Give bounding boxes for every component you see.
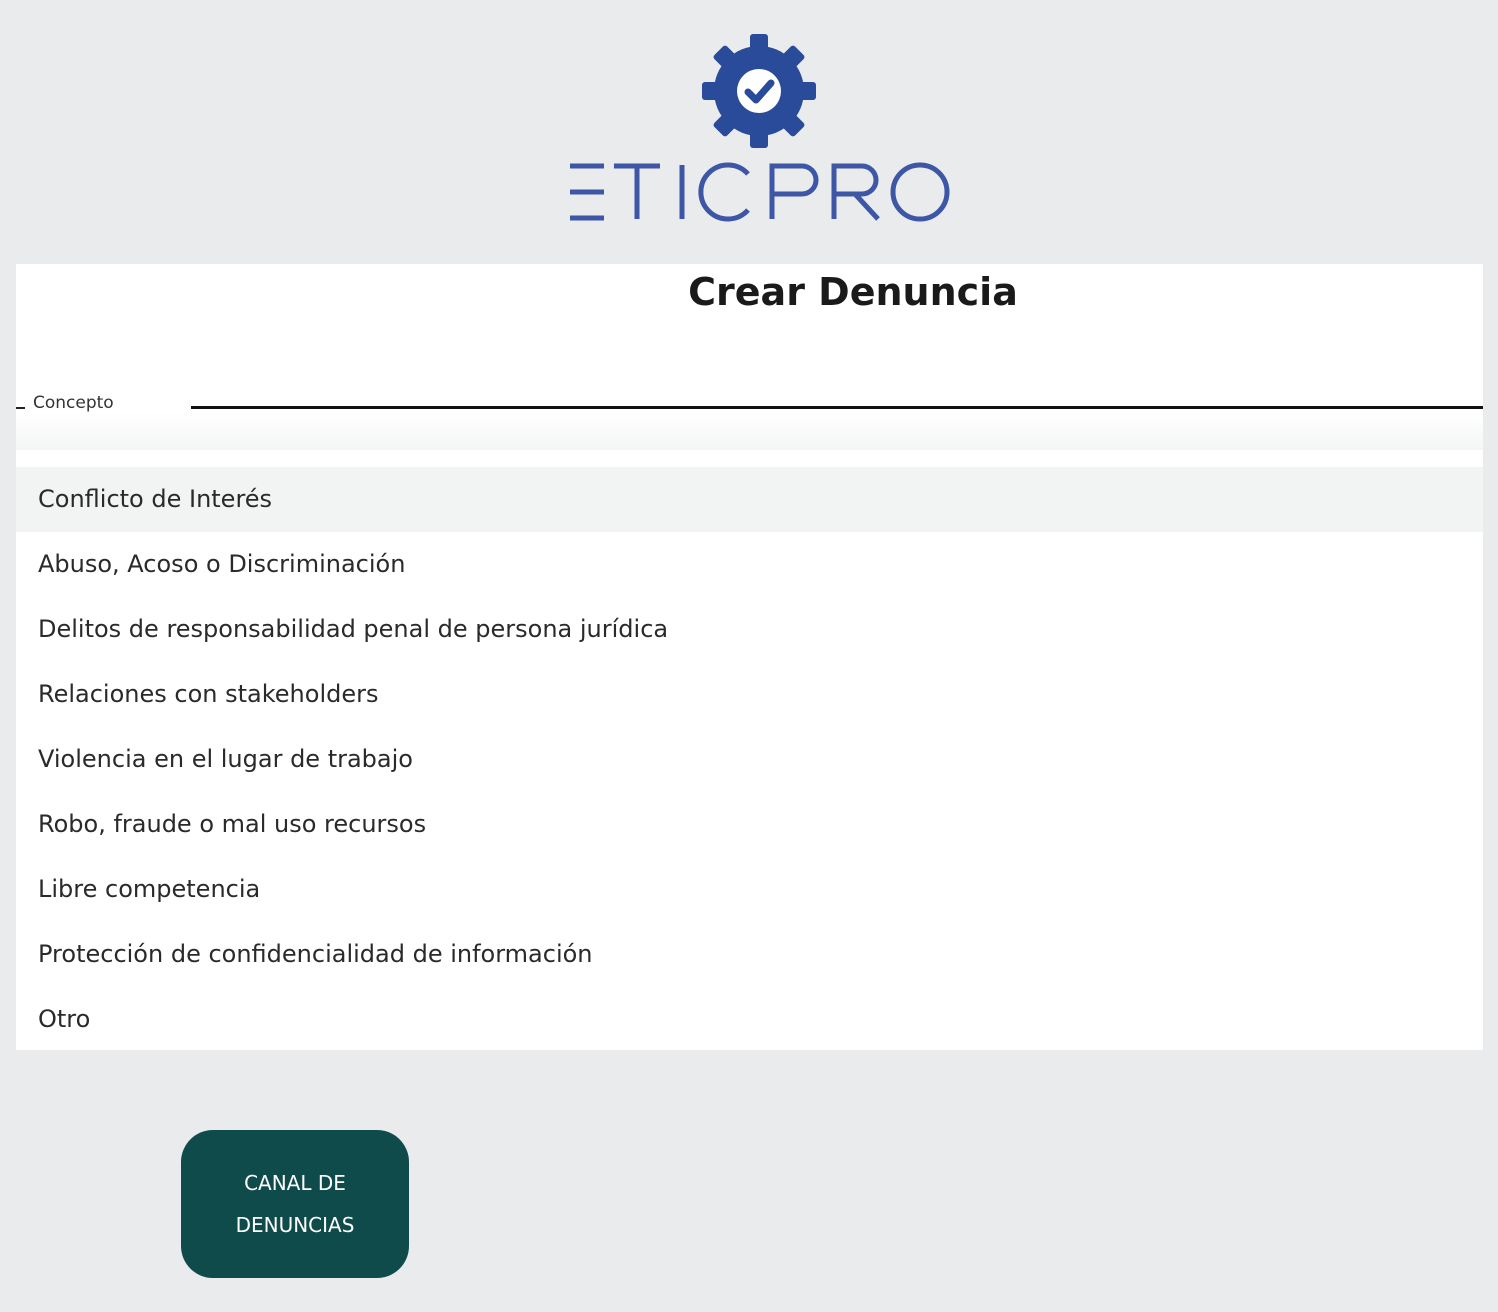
concepto-option-libre-competencia[interactable]: Libre competencia — [16, 857, 1483, 922]
field-border-notch — [16, 407, 25, 409]
canal-button-line1: CANAL DE — [244, 1171, 346, 1195]
concepto-label: Concepto — [33, 393, 114, 413]
canal-denuncias-button[interactable]: CANAL DE DENUNCIAS — [181, 1130, 409, 1278]
field-input-area[interactable] — [16, 412, 1483, 450]
eticpro-wordmark — [570, 162, 950, 222]
concepto-option-otro[interactable]: Otro — [16, 987, 1483, 1052]
field-underline — [191, 406, 1483, 409]
concepto-options-list: Conflicto de Interés Abuso, Acoso o Disc… — [16, 467, 1483, 1052]
concepto-option-robo-fraude[interactable]: Robo, fraude o mal uso recursos — [16, 792, 1483, 857]
page-title: Crear Denuncia — [688, 270, 1018, 314]
concepto-option-stakeholders[interactable]: Relaciones con stakeholders — [16, 662, 1483, 727]
concepto-option-conflicto-interes[interactable]: Conflicto de Interés — [16, 467, 1483, 532]
concepto-select[interactable]: Concepto — [16, 390, 1483, 450]
eticpro-logo — [560, 30, 960, 230]
eticpro-logo-graphic — [570, 34, 950, 222]
concepto-option-abuso-acoso[interactable]: Abuso, Acoso o Discriminación — [16, 532, 1483, 597]
canal-button-line2: DENUNCIAS — [235, 1213, 355, 1237]
concepto-option-confidencialidad[interactable]: Protección de confidencialidad de inform… — [16, 922, 1483, 987]
concepto-option-delitos-penal[interactable]: Delitos de responsabilidad penal de pers… — [16, 597, 1483, 662]
concepto-option-violencia[interactable]: Violencia en el lugar de trabajo — [16, 727, 1483, 792]
gear-check-icon — [702, 34, 816, 148]
